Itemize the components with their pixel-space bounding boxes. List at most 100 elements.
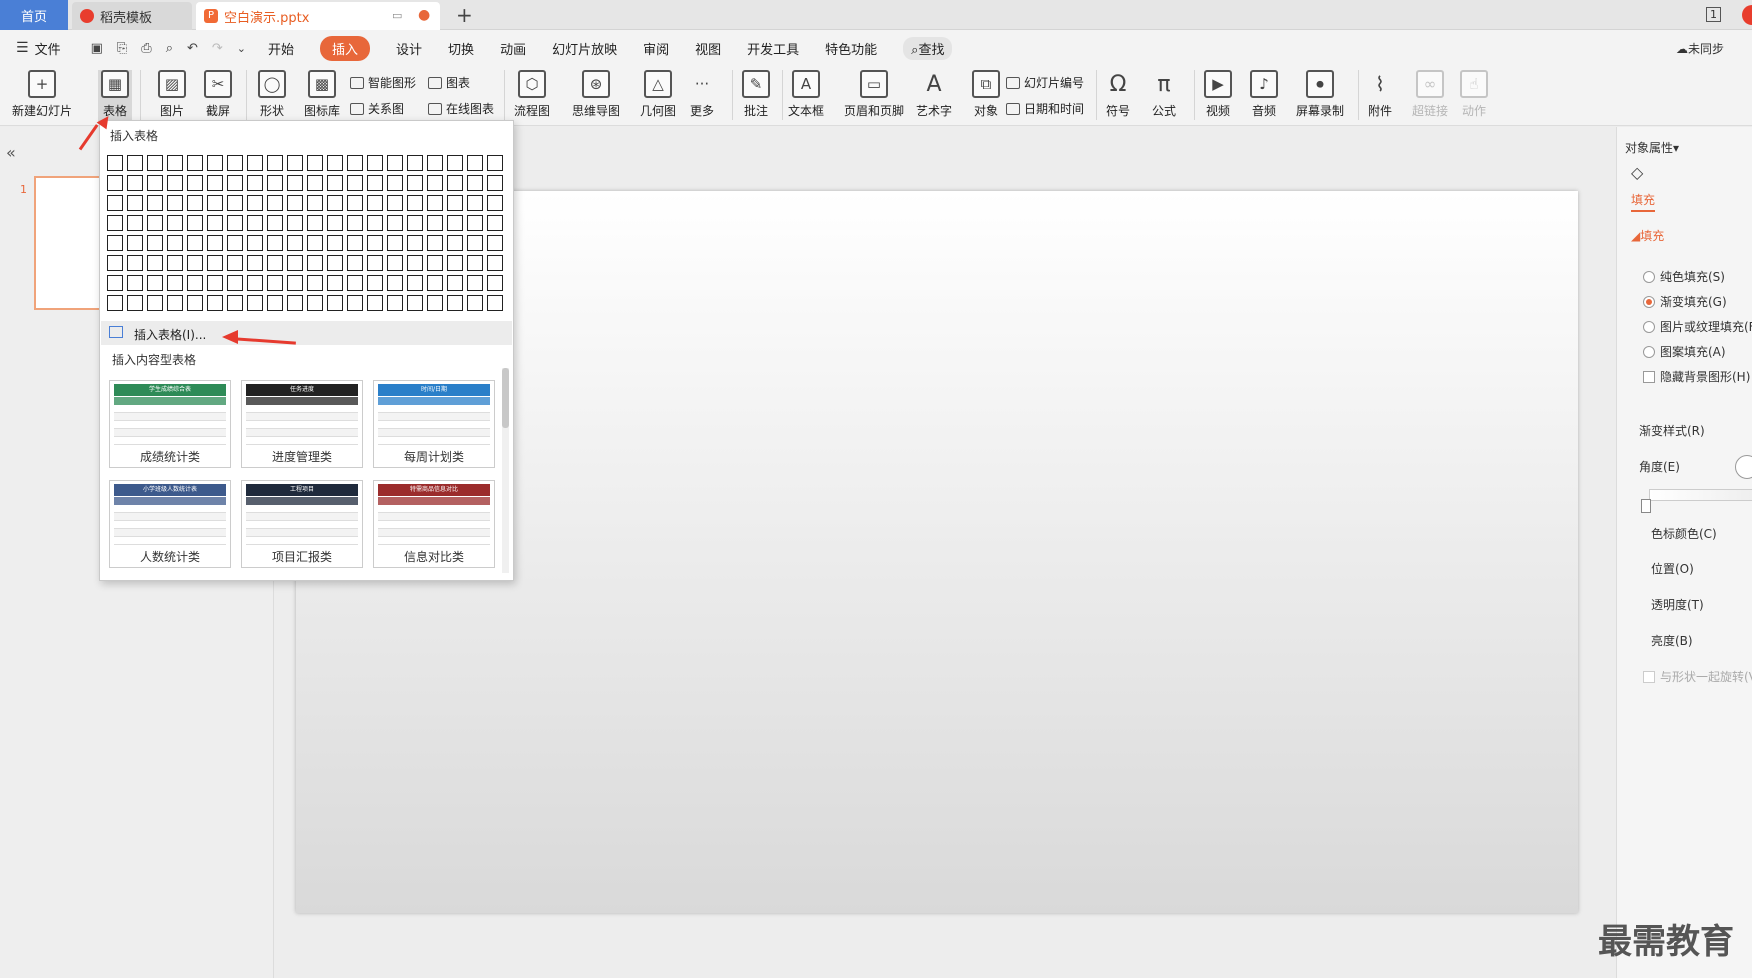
chart-button[interactable]: 图表 xyxy=(428,74,470,91)
table-grid-cell[interactable] xyxy=(147,255,163,271)
table-grid-cell[interactable] xyxy=(127,295,143,311)
table-grid-cell[interactable] xyxy=(107,195,123,211)
template-card[interactable]: 小学班级人数统计表 人数统计类 xyxy=(109,480,231,568)
table-grid-cell[interactable] xyxy=(187,195,203,211)
export-icon[interactable]: ⎘ xyxy=(117,41,127,56)
template-card[interactable]: 工程项目 项目汇报类 xyxy=(241,480,363,568)
action-button[interactable]: ☝ 动作 xyxy=(1460,70,1488,119)
redo-icon[interactable]: ↷ xyxy=(212,41,223,56)
table-grid-cell[interactable] xyxy=(467,195,483,211)
table-grid-cell[interactable] xyxy=(427,235,443,251)
table-grid-cell[interactable] xyxy=(347,235,363,251)
table-grid-cell[interactable] xyxy=(147,155,163,171)
table-grid-cell[interactable] xyxy=(307,235,323,251)
table-grid-cell[interactable] xyxy=(447,215,463,231)
table-grid-cell[interactable] xyxy=(487,275,503,291)
table-grid-cell[interactable] xyxy=(407,215,423,231)
table-grid-cell[interactable] xyxy=(407,195,423,211)
table-grid-cell[interactable] xyxy=(267,275,283,291)
table-grid-cell[interactable] xyxy=(127,235,143,251)
table-grid-cell[interactable] xyxy=(487,195,503,211)
menu-design[interactable]: 设计 xyxy=(396,39,422,58)
table-grid-cell[interactable] xyxy=(407,175,423,191)
print-icon[interactable]: ⎙ xyxy=(141,41,151,56)
table-grid-cell[interactable] xyxy=(267,175,283,191)
table-grid-cell[interactable] xyxy=(307,155,323,171)
table-grid-cell[interactable] xyxy=(447,255,463,271)
table-grid-cell[interactable] xyxy=(387,215,403,231)
table-grid-cell[interactable] xyxy=(427,155,443,171)
table-grid-cell[interactable] xyxy=(127,255,143,271)
table-grid-cell[interactable] xyxy=(267,215,283,231)
table-grid-cell[interactable] xyxy=(127,175,143,191)
table-grid-cell[interactable] xyxy=(487,215,503,231)
table-grid-cell[interactable] xyxy=(287,195,303,211)
table-grid-cell[interactable] xyxy=(347,175,363,191)
table-grid-cell[interactable] xyxy=(487,295,503,311)
preview-icon[interactable]: ⌕ xyxy=(166,41,173,56)
slide-number-button[interactable]: 幻灯片编号 xyxy=(1006,74,1084,91)
table-grid-cell[interactable] xyxy=(147,235,163,251)
save-icon[interactable]: ▣ xyxy=(91,41,103,56)
table-grid-cell[interactable] xyxy=(467,295,483,311)
table-grid-cell[interactable] xyxy=(467,215,483,231)
menu-review[interactable]: 审阅 xyxy=(643,39,669,58)
table-grid-cell[interactable] xyxy=(187,275,203,291)
table-grid-cell[interactable] xyxy=(367,175,383,191)
sync-status[interactable]: ☁未同步 xyxy=(1676,40,1724,57)
icon-library-button[interactable]: ▩ 图标库 xyxy=(304,70,340,119)
table-grid-cell[interactable] xyxy=(487,235,503,251)
table-grid-cell[interactable] xyxy=(107,215,123,231)
table-grid-cell[interactable] xyxy=(387,255,403,271)
table-grid-cell[interactable] xyxy=(427,275,443,291)
table-grid-cell[interactable] xyxy=(267,235,283,251)
table-grid-cell[interactable] xyxy=(447,275,463,291)
table-grid-cell[interactable] xyxy=(347,215,363,231)
comment-button[interactable]: ✎ 批注 xyxy=(742,70,770,119)
table-grid-cell[interactable] xyxy=(307,275,323,291)
fill-bucket-icon[interactable]: ◇ xyxy=(1631,163,1643,182)
table-grid-cell[interactable] xyxy=(487,175,503,191)
formula-button[interactable]: π 公式 xyxy=(1150,70,1178,119)
table-grid-cell[interactable] xyxy=(307,255,323,271)
table-grid-cell[interactable] xyxy=(227,255,243,271)
table-grid-cell[interactable] xyxy=(327,215,343,231)
table-grid-cell[interactable] xyxy=(467,235,483,251)
smart-shape-button[interactable]: 智能图形 xyxy=(350,74,416,91)
table-grid-cell[interactable] xyxy=(127,155,143,171)
table-grid-cell[interactable] xyxy=(187,295,203,311)
table-grid-cell[interactable] xyxy=(247,195,263,211)
table-grid-cell[interactable] xyxy=(247,275,263,291)
table-grid-cell[interactable] xyxy=(227,235,243,251)
menu-start[interactable]: 开始 xyxy=(268,39,294,58)
attachment-button[interactable]: ⌇ 附件 xyxy=(1366,70,1394,119)
table-grid-cell[interactable] xyxy=(167,155,183,171)
table-grid-cell[interactable] xyxy=(487,255,503,271)
search-button[interactable]: ⌕查找 xyxy=(903,36,953,60)
tab-template[interactable]: 稻壳模板 xyxy=(72,2,192,30)
table-grid-cell[interactable] xyxy=(467,255,483,271)
table-grid-cell[interactable] xyxy=(187,155,203,171)
table-grid-cell[interactable] xyxy=(347,195,363,211)
table-grid-cell[interactable] xyxy=(247,235,263,251)
dropdown-scrollbar[interactable] xyxy=(502,368,509,573)
mindmap-button[interactable]: ⊛ 思维导图 xyxy=(572,70,620,119)
table-grid-cell[interactable] xyxy=(267,295,283,311)
table-grid-cell[interactable] xyxy=(367,275,383,291)
table-grid-cell[interactable] xyxy=(167,295,183,311)
table-grid-cell[interactable] xyxy=(107,295,123,311)
table-grid-cell[interactable] xyxy=(187,255,203,271)
table-grid-cell[interactable] xyxy=(487,155,503,171)
table-grid-cell[interactable] xyxy=(347,255,363,271)
table-grid-cell[interactable] xyxy=(247,175,263,191)
table-grid-cell[interactable] xyxy=(347,275,363,291)
table-grid-cell[interactable] xyxy=(447,175,463,191)
table-grid-cell[interactable] xyxy=(287,155,303,171)
table-grid-cell[interactable] xyxy=(247,155,263,171)
option-gradient-fill[interactable]: 渐变填充(G) xyxy=(1643,293,1727,310)
table-grid-cell[interactable] xyxy=(467,175,483,191)
table-grid-cell[interactable] xyxy=(307,195,323,211)
panel-title[interactable]: 对象属性 ▾ xyxy=(1625,139,1679,156)
table-grid-cell[interactable] xyxy=(267,195,283,211)
table-grid-cell[interactable] xyxy=(367,255,383,271)
